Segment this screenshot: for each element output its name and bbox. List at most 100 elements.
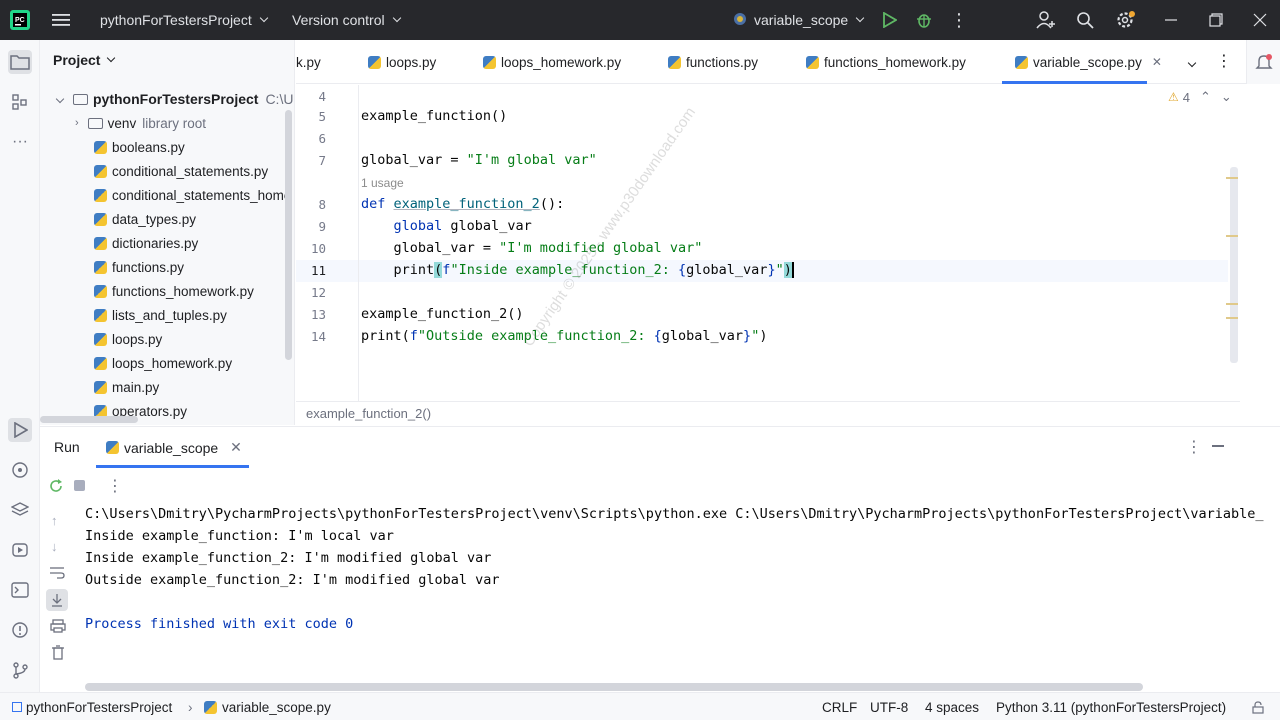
problems-icon[interactable]	[8, 618, 32, 642]
python-file-icon	[94, 356, 107, 370]
code-editor[interactable]: ⚠ 4 ⌃ ⌄ 4 5 example_function() 6 7 globa…	[296, 85, 1240, 401]
project-folder-icon[interactable]	[8, 50, 32, 74]
tree-item-label: lists_and_tuples.py	[112, 307, 227, 323]
editor-tab[interactable]: loops_homework.py	[483, 40, 621, 84]
chevron-down-icon	[392, 13, 401, 23]
minimize-icon[interactable]	[1164, 0, 1178, 40]
warning-marker[interactable]	[1226, 235, 1238, 237]
run-toolbar-more-icon[interactable]: ⋮	[107, 476, 123, 496]
status-project[interactable]: pythonForTestersProject	[12, 693, 172, 721]
usage-hint[interactable]: 1 usage	[361, 176, 404, 190]
tree-item-file[interactable]: conditional_statements_home	[94, 183, 291, 207]
more-actions-icon[interactable]: ⋮	[950, 0, 968, 40]
editor-scrollbar[interactable]	[1230, 167, 1238, 363]
warning-icon: ⚠	[1168, 90, 1179, 104]
search-icon[interactable]	[1076, 0, 1094, 40]
line-separator[interactable]: CRLF	[822, 693, 857, 721]
interpreter-selector[interactable]: Python 3.11 (pythonForTestersProject)	[996, 693, 1226, 721]
line-number: 11	[310, 263, 326, 278]
tree-scrollbar[interactable]	[285, 110, 292, 360]
tree-item-file[interactable]: dictionaries.py	[94, 231, 198, 255]
editor-tab[interactable]: loops.py	[368, 40, 436, 84]
run-config-selector[interactable]: variable_scope	[733, 0, 865, 40]
tree-item-file[interactable]: main.py	[94, 375, 159, 399]
close-window-icon[interactable]	[1253, 0, 1267, 40]
editor-tab[interactable]: functions_homework.py	[806, 40, 966, 84]
tree-hscrollbar[interactable]	[40, 416, 138, 423]
tree-item-label: venv	[107, 115, 137, 131]
stop-icon[interactable]	[74, 480, 85, 491]
debug-button[interactable]	[915, 0, 933, 40]
more-tools-icon[interactable]: ···	[8, 130, 32, 154]
tree-item-file[interactable]: lists_and_tuples.py	[94, 303, 227, 327]
tree-item-file[interactable]: conditional_statements.py	[94, 159, 268, 183]
tree-item-file[interactable]: functions_homework.py	[94, 279, 254, 303]
chevron-right-icon: ›	[188, 699, 193, 715]
tabs-more-icon[interactable]: ⋮	[1216, 51, 1232, 71]
python-file-icon	[94, 236, 107, 250]
run-tool-icon[interactable]	[8, 418, 32, 442]
console-line: Inside example_function_2: I'm modified …	[85, 550, 492, 566]
chevron-down-icon	[259, 13, 268, 23]
close-tab-icon[interactable]: ✕	[1152, 55, 1162, 69]
tree-root[interactable]: pythonForTestersProject C:\U	[55, 87, 293, 111]
tabs-overflow-chevron-icon[interactable]	[1187, 54, 1197, 69]
run-tab[interactable]: variable_scope ✕	[106, 439, 242, 456]
project-selector[interactable]: pythonForTestersProject	[100, 0, 268, 40]
project-panel-header[interactable]: Project	[53, 52, 116, 68]
run-panel-more-icon[interactable]: ⋮	[1186, 437, 1202, 457]
process-exit-line: Process finished with exit code 0	[85, 616, 354, 632]
add-user-icon[interactable]	[1036, 0, 1056, 40]
tree-item-label: booleans.py	[112, 139, 185, 155]
file-encoding[interactable]: UTF-8	[870, 693, 908, 721]
warning-marker[interactable]	[1226, 303, 1238, 305]
lock-icon[interactable]	[1252, 693, 1264, 721]
tree-item-file[interactable]: loops_homework.py	[94, 351, 232, 375]
tree-item-file[interactable]: data_types.py	[94, 207, 196, 231]
main-menu-icon[interactable]	[52, 0, 72, 40]
console-hscrollbar[interactable]	[85, 683, 1143, 691]
layers-icon[interactable]	[8, 498, 32, 522]
svg-text:PC: PC	[15, 17, 25, 24]
warning-count: 4	[1182, 89, 1190, 105]
rerun-icon[interactable]	[48, 478, 64, 497]
tree-item-file[interactable]: booleans.py	[94, 135, 185, 159]
soft-wrap-icon[interactable]	[49, 565, 65, 582]
editor-breadcrumb[interactable]: example_function_2()	[296, 401, 1240, 425]
python-file-icon	[94, 260, 107, 274]
scroll-to-end-icon[interactable]	[46, 589, 68, 611]
scroll-down-arrow-icon[interactable]: ↓	[51, 539, 58, 554]
services-icon[interactable]	[8, 538, 32, 562]
tree-item-venv[interactable]: › venv library root	[75, 111, 206, 135]
editor-tab[interactable]: k.py	[296, 40, 321, 84]
tree-item-file[interactable]: loops.py	[94, 327, 162, 351]
hide-panel-icon[interactable]	[1212, 445, 1224, 447]
structure-icon[interactable]	[8, 90, 32, 114]
line-number: 4	[318, 89, 326, 104]
status-file[interactable]: variable_scope.py	[204, 693, 331, 721]
run-button[interactable]	[881, 0, 897, 40]
trash-icon[interactable]	[51, 645, 65, 663]
warning-marker[interactable]	[1226, 317, 1238, 319]
notifications-bell-icon[interactable]	[1246, 40, 1280, 84]
settings-gear-icon[interactable]	[1116, 0, 1136, 40]
python-packages-icon[interactable]	[8, 458, 32, 482]
close-tab-icon[interactable]: ✕	[230, 439, 242, 456]
project-panel-title: Project	[53, 52, 101, 68]
vcs-selector[interactable]: Version control	[292, 0, 401, 40]
gutter-divider	[358, 85, 359, 401]
indent-setting[interactable]: 4 spaces	[925, 693, 979, 721]
inspection-widget[interactable]: ⚠ 4 ⌃ ⌄	[1168, 89, 1232, 105]
editor-tab[interactable]: variable_scope.py ✕	[1015, 40, 1162, 84]
editor-tab[interactable]: functions.py	[668, 40, 758, 84]
git-icon[interactable]	[8, 658, 32, 682]
chevron-down-icon[interactable]: ⌄	[1221, 89, 1232, 105]
chevron-up-icon[interactable]: ⌃	[1200, 89, 1211, 105]
warning-marker[interactable]	[1226, 177, 1238, 179]
terminal-icon[interactable]	[8, 578, 32, 602]
tree-item-file[interactable]: functions.py	[94, 255, 184, 279]
scroll-up-arrow-icon[interactable]: ↑	[51, 513, 58, 528]
run-panel-title: Run	[54, 439, 80, 455]
print-icon[interactable]	[50, 619, 66, 636]
maximize-icon[interactable]	[1209, 0, 1223, 40]
